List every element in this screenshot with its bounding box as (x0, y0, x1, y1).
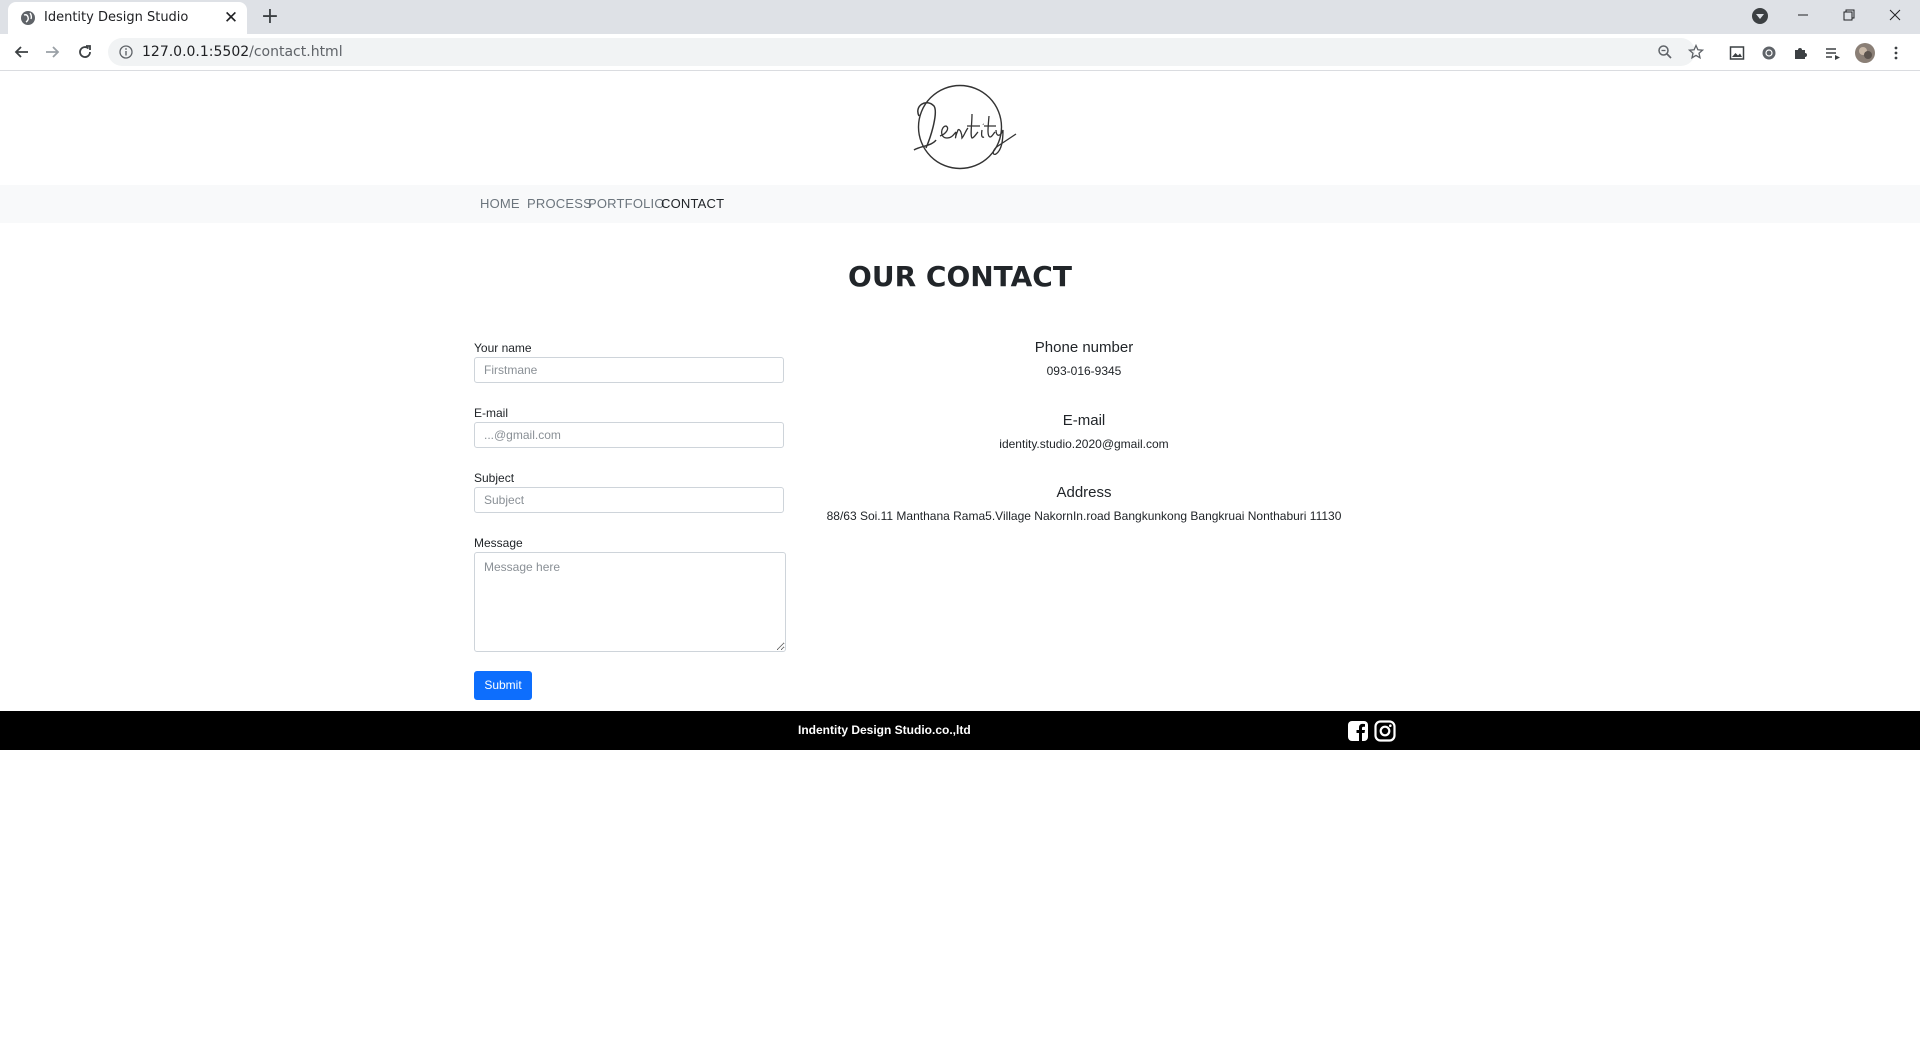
main-navbar: HOME PROCESS PORTFOLIO CONTACT (0, 185, 1920, 223)
minimize-button[interactable] (1780, 0, 1826, 30)
tab-search-icon[interactable] (1752, 8, 1768, 24)
address-value: 88/63 Soi.11 Manthana Rama5.Village Nako… (826, 509, 1342, 523)
minimize-icon (1798, 14, 1808, 16)
more-menu-icon[interactable] (1886, 43, 1906, 63)
browser-toolbar: 127.0.0.1:5502/contact.html (0, 34, 1920, 71)
submit-button[interactable]: Submit (474, 671, 532, 700)
message-label: Message (474, 536, 523, 550)
name-input[interactable] (474, 357, 784, 383)
phone-value: 093-016-9345 (1046, 364, 1122, 378)
reload-icon (79, 45, 91, 58)
tab-close-icon[interactable]: ✕ (223, 10, 239, 27)
instagram-icon[interactable] (1374, 720, 1396, 742)
nav-link-home[interactable]: HOME (480, 196, 520, 212)
restore-button[interactable] (1826, 0, 1872, 30)
reload-button[interactable] (73, 40, 97, 64)
site-footer: Indentity Design Studio.co.,ltd (0, 711, 1920, 750)
message-textarea[interactable] (474, 552, 786, 652)
phone-title: Phone number (1034, 339, 1134, 356)
footer-company-text: Indentity Design Studio.co.,ltd (798, 723, 971, 737)
name-label: Your name (474, 341, 532, 355)
url-text[interactable]: 127.0.0.1:5502/contact.html (142, 44, 343, 60)
subject-label: Subject (474, 471, 515, 485)
forward-button[interactable] (40, 40, 64, 64)
new-tab-button[interactable]: + (258, 6, 282, 28)
reading-list-icon[interactable] (1823, 43, 1843, 63)
profile-avatar-icon[interactable] (1855, 43, 1875, 63)
close-window-button[interactable] (1872, 0, 1918, 30)
nav-link-contact[interactable]: CONTACT (661, 196, 724, 212)
zoom-icon[interactable] (1655, 43, 1675, 61)
address-bar[interactable]: 127.0.0.1:5502/contact.html (108, 38, 1704, 66)
subject-input[interactable] (474, 487, 784, 513)
puzzle-extensions-icon[interactable] (1791, 43, 1811, 63)
nav-link-process[interactable]: PROCESS (527, 196, 592, 212)
back-button[interactable] (10, 40, 34, 64)
globe-extension-icon[interactable] (1759, 43, 1779, 63)
url-host: 127.0.0.1:5502 (142, 44, 250, 60)
identity-logo-image (913, 84, 1017, 170)
restore-icon (1843, 9, 1855, 21)
arrow-right-icon (46, 46, 60, 58)
page-content: HOME PROCESS PORTFOLIO CONTACT OUR CONTA… (0, 71, 1920, 1041)
browser-tabstrip: Identity Design Studio ✕ + (0, 0, 1920, 34)
nav-link-portfolio[interactable]: PORTFOLIO (588, 196, 665, 212)
info-icon[interactable] (119, 45, 133, 59)
url-path: /contact.html (249, 44, 343, 60)
close-icon (1889, 9, 1901, 21)
browser-tab[interactable]: Identity Design Studio ✕ (8, 2, 247, 34)
facebook-icon[interactable] (1347, 720, 1369, 742)
arrow-left-icon (14, 46, 28, 58)
address-title: Address (1056, 484, 1112, 501)
tab-title: Identity Design Studio (44, 10, 189, 25)
email-value: identity.studio.2020@gmail.com (999, 437, 1169, 451)
site-logo[interactable] (892, 84, 1028, 180)
email-input[interactable] (474, 422, 784, 448)
page-title: OUR CONTACT (848, 260, 1072, 293)
email-label: E-mail (474, 406, 509, 420)
globe-icon (21, 11, 35, 25)
image-extension-icon[interactable] (1727, 43, 1747, 63)
bookmark-star-icon[interactable] (1686, 43, 1706, 61)
email-title: E-mail (1062, 412, 1106, 429)
